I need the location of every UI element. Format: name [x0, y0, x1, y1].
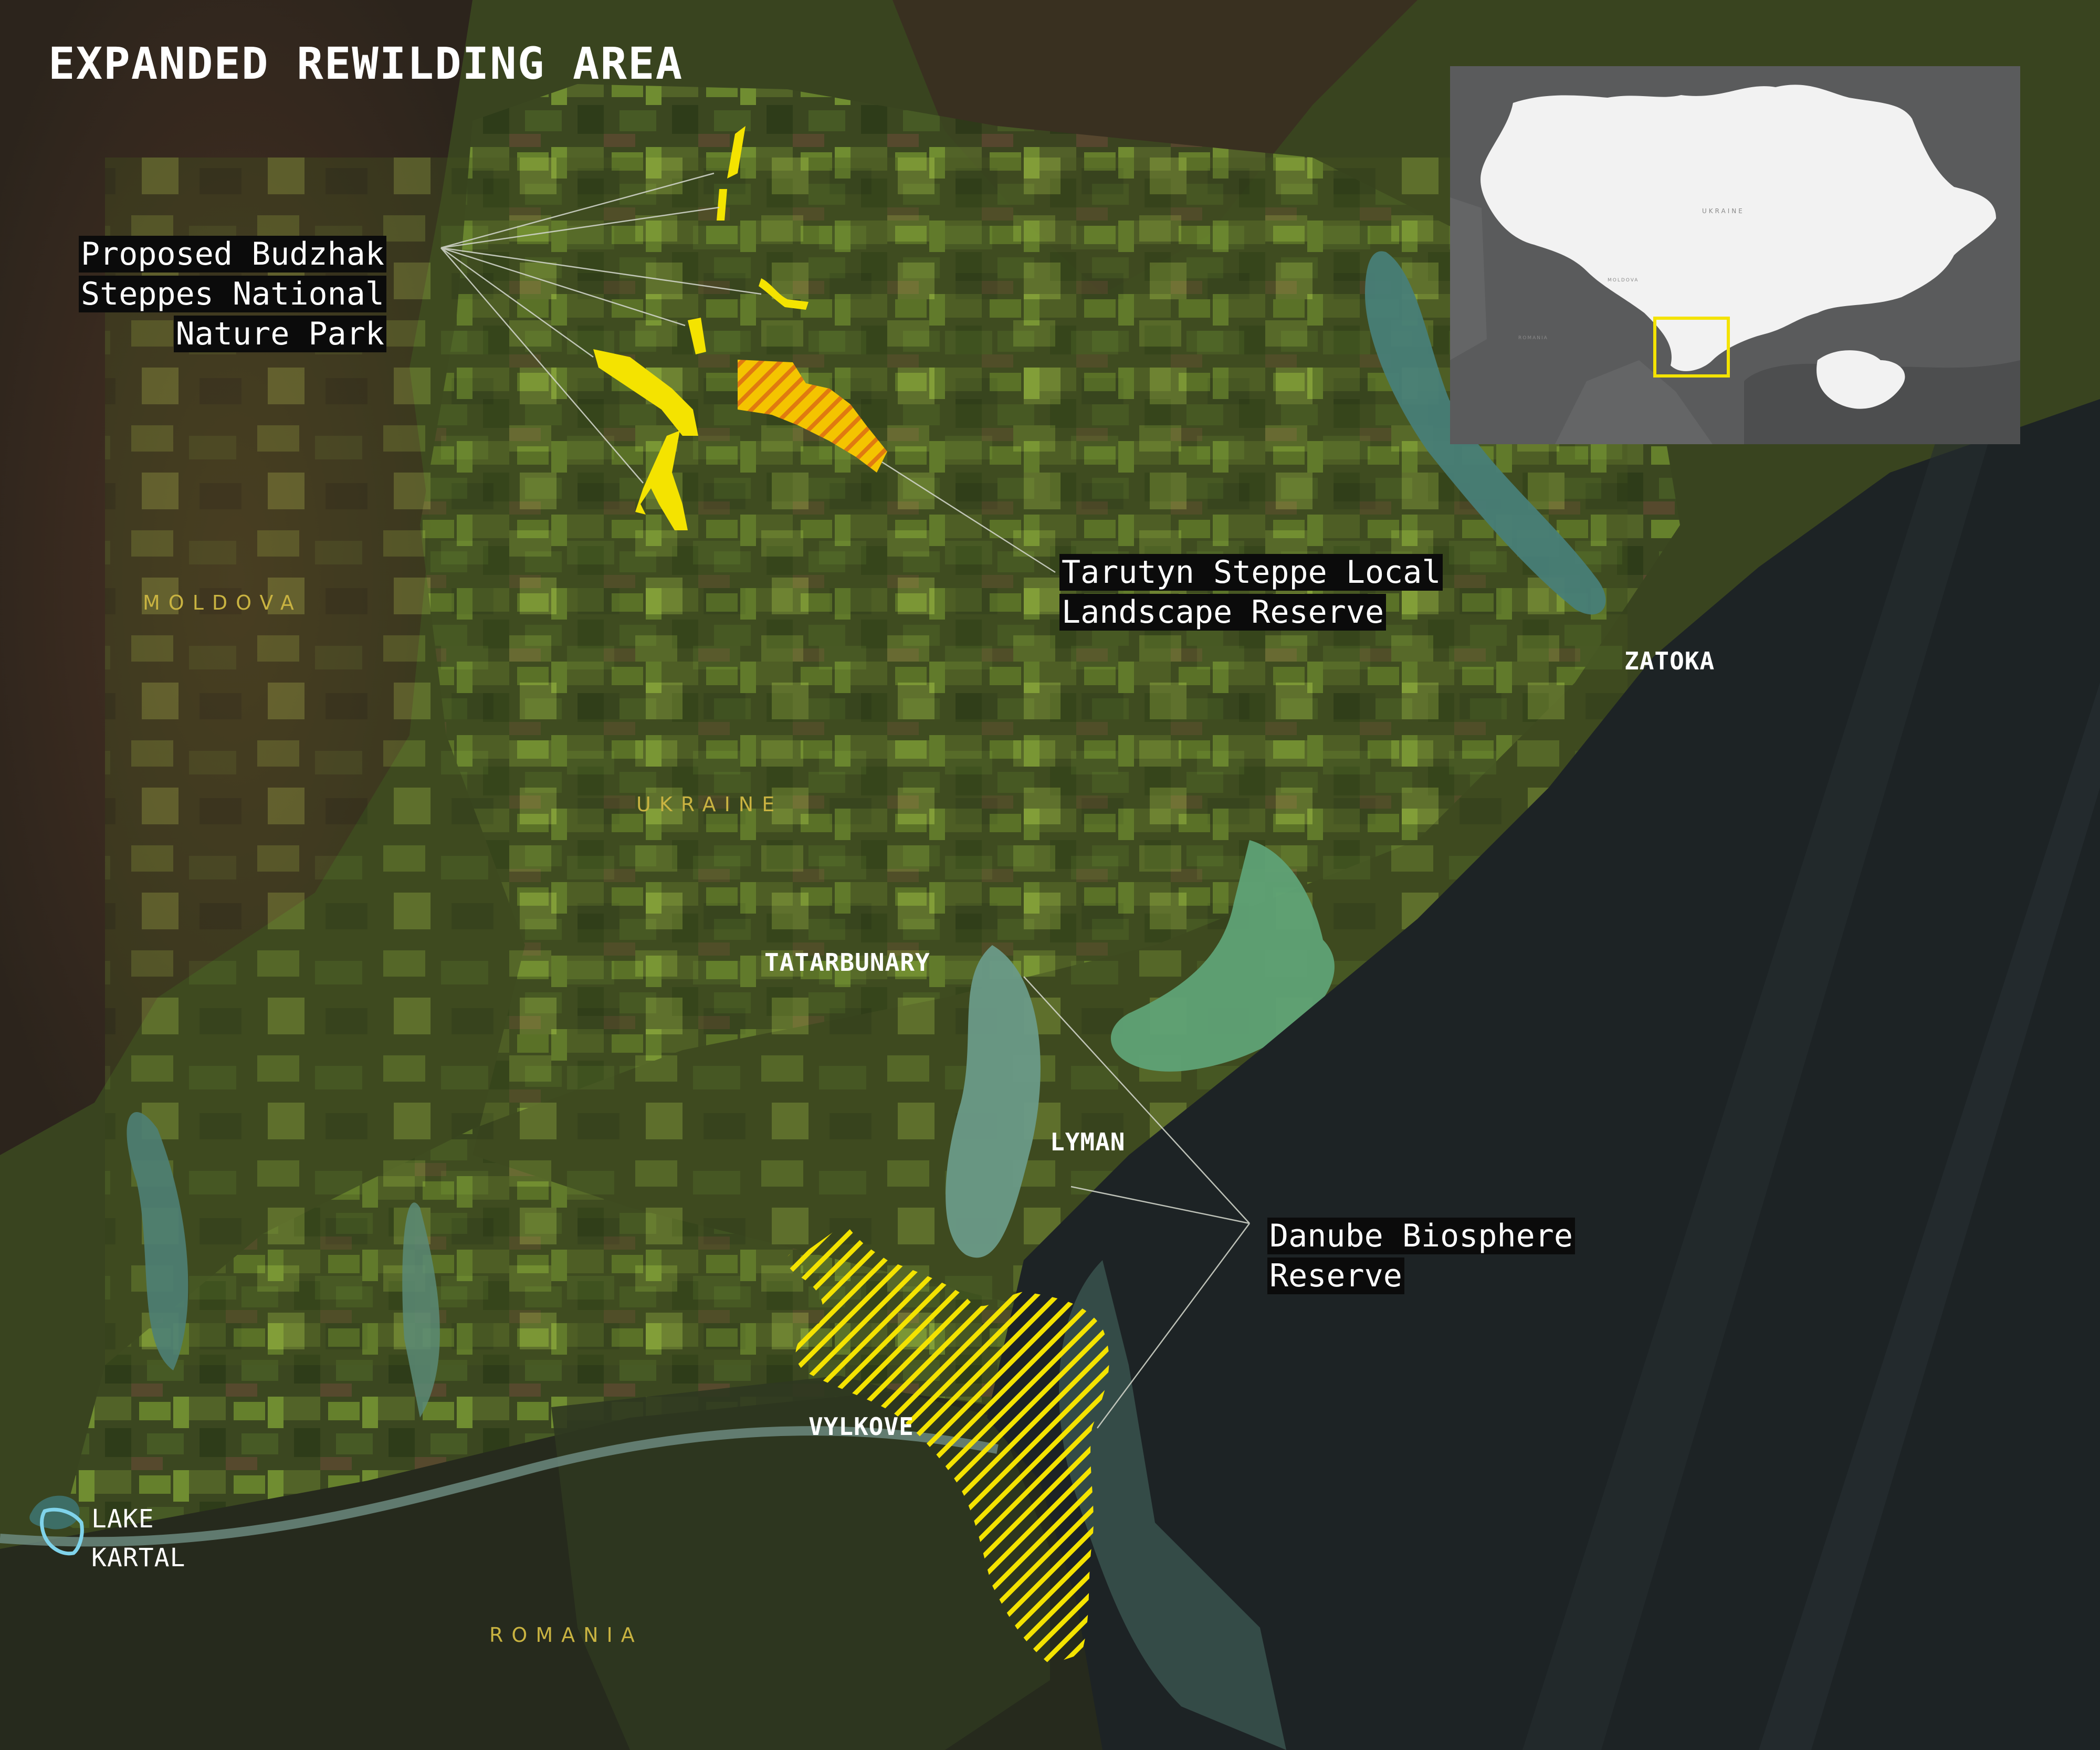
town-label-vylkove: VYLKOVE: [808, 1412, 914, 1441]
inset-label-romania: ROMANIA: [1518, 336, 1548, 341]
lake-kartal-label: LAKE KARTAL: [91, 1500, 185, 1577]
callout-tarutyn-line-2: Landscape Reserve: [1059, 594, 1387, 631]
country-label-romania: ROMANIA: [489, 1623, 643, 1647]
inset-label-ukraine: UKRAINE: [1702, 207, 1745, 215]
callout-budzhak-line-1: Proposed Budzhak: [79, 236, 386, 273]
callout-tarutyn-line-1: Tarutyn Steppe Local: [1059, 554, 1443, 591]
callout-danube-line-2: Reserve: [1267, 1258, 1404, 1294]
lake-kartal-label-line-2: KARTAL: [91, 1543, 186, 1573]
lake-kartal-label-line-1: LAKE: [91, 1504, 154, 1534]
callout-budzhak: Proposed Budzhak Steppes National Nature…: [79, 234, 386, 354]
callout-budzhak-line-2: Steppes National: [79, 276, 386, 312]
map-canvas: EXPANDED REWILDING AREA Proposed Budzhak…: [0, 0, 2100, 1750]
country-label-ukraine: UKRAINE: [636, 793, 783, 816]
town-label-lyman: LYMAN: [1050, 1128, 1126, 1156]
locator-inset-svg: UKRAINE MOLDOVA ROMANIA: [1450, 66, 2020, 444]
locator-inset-map: UKRAINE MOLDOVA ROMANIA: [1450, 66, 2020, 444]
town-label-tatarbunary: TATARBUNARY: [764, 948, 930, 977]
map-title: EXPANDED REWILDING AREA: [48, 38, 684, 89]
town-label-zatoka: ZATOKA: [1624, 647, 1715, 675]
callout-danube: Danube Biosphere Reserve: [1267, 1216, 1575, 1296]
country-label-moldova: MOLDOVA: [143, 591, 302, 614]
callout-budzhak-line-3: Nature Park: [173, 316, 386, 352]
inset-label-moldova: MOLDOVA: [1608, 278, 1639, 283]
callout-danube-line-1: Danube Biosphere: [1267, 1218, 1575, 1254]
callout-tarutyn: Tarutyn Steppe Local Landscape Reserve: [1059, 552, 1443, 632]
